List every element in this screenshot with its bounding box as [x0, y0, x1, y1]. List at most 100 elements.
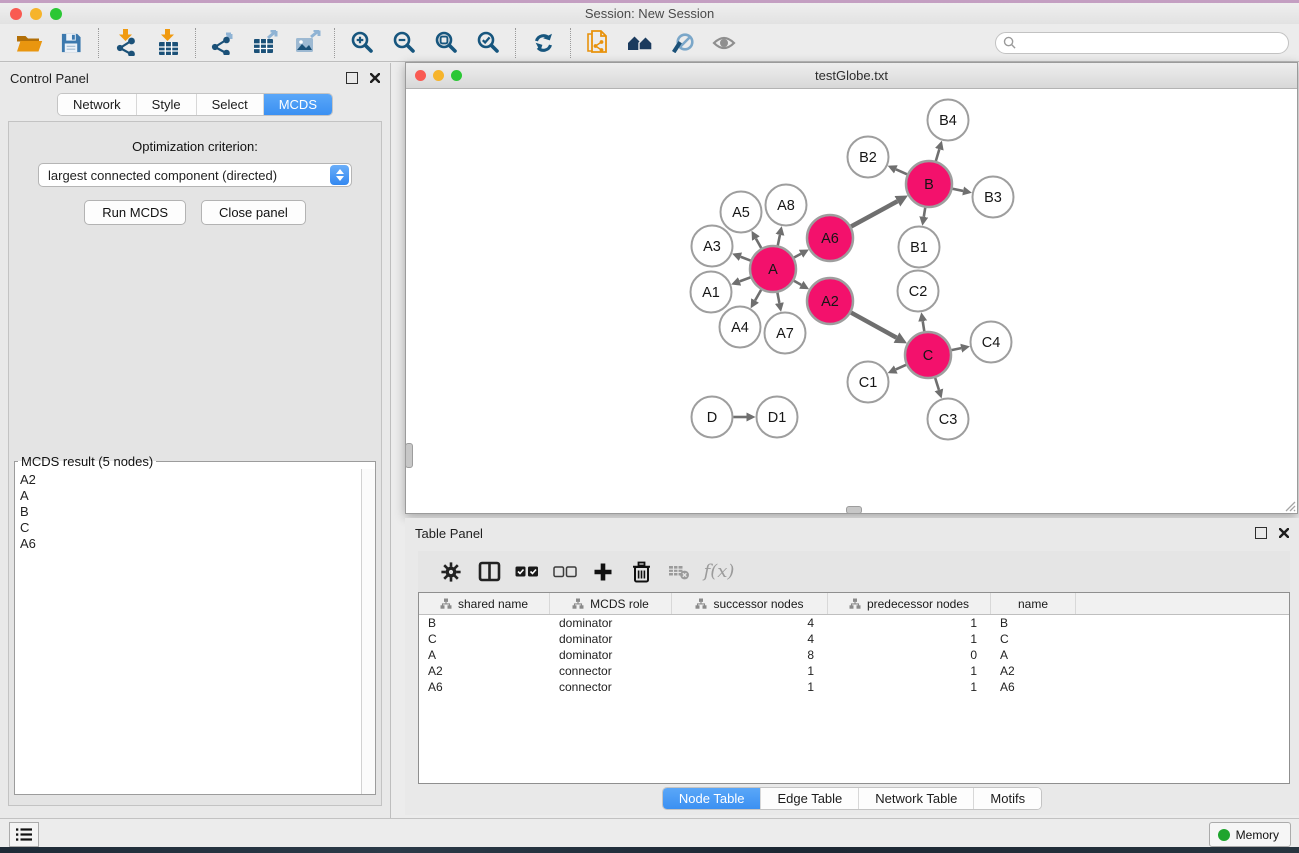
table-row[interactable]: Adominator80A [419, 647, 1289, 663]
tab-node-table[interactable]: Node Table [663, 788, 762, 809]
edge-A-A5[interactable] [756, 239, 761, 248]
deselect-all-checkboxes-button[interactable] [546, 555, 584, 589]
tab-style[interactable]: Style [137, 94, 197, 115]
result-item[interactable]: C [20, 520, 362, 536]
table-cell[interactable]: A [419, 648, 550, 662]
table-cell[interactable]: 0 [828, 648, 991, 662]
graph-node-C1[interactable]: C1 [848, 362, 889, 403]
first-neighbors-button[interactable] [619, 26, 661, 60]
export-table-button[interactable] [244, 26, 286, 60]
table-cell[interactable]: B [419, 616, 550, 630]
graph-node-C3[interactable]: C3 [928, 399, 969, 440]
edge-A-A1[interactable] [740, 277, 751, 281]
edge-B-B3[interactable] [953, 189, 964, 191]
table-row[interactable]: A2connector11A2 [419, 663, 1289, 679]
table-cell[interactable]: dominator [550, 632, 672, 646]
table-cell[interactable]: C [991, 632, 1076, 646]
tab-mcds[interactable]: MCDS [264, 94, 332, 115]
criterion-select[interactable]: largest connected component (directed) [38, 163, 352, 187]
table-row[interactable]: Bdominator41B [419, 615, 1289, 631]
split-columns-button[interactable] [470, 555, 508, 589]
export-network-button[interactable] [202, 26, 244, 60]
table-cell[interactable]: 1 [828, 616, 991, 630]
edge-C-C3[interactable] [935, 378, 939, 390]
tab-select[interactable]: Select [197, 94, 264, 115]
table-cell[interactable]: A2 [991, 664, 1076, 678]
save-session-button[interactable] [50, 26, 92, 60]
graph-node-A8[interactable]: A8 [766, 185, 807, 226]
search-input[interactable] [1020, 34, 1288, 52]
edge-C-C4[interactable] [952, 348, 962, 350]
edge-A-A4[interactable] [755, 290, 761, 301]
graph-node-C4[interactable]: C4 [971, 322, 1012, 363]
graph-node-D1[interactable]: D1 [757, 397, 798, 438]
tab-network[interactable]: Network [58, 94, 137, 115]
mcds-result-list[interactable]: A2ABCA6 [15, 469, 362, 794]
column-header-successor-nodes[interactable]: successor nodes [672, 593, 828, 614]
graph-node-B3[interactable]: B3 [973, 177, 1014, 218]
graph-node-B4[interactable]: B4 [928, 100, 969, 141]
open-session-button[interactable] [8, 26, 50, 60]
zoom-fit-button[interactable] [425, 26, 467, 60]
delete-table-button[interactable] [660, 555, 698, 589]
column-header-name[interactable]: name [991, 593, 1076, 614]
function-builder-button[interactable]: f(x) [698, 555, 736, 589]
table-cell[interactable]: 1 [828, 632, 991, 646]
table-cell[interactable]: 4 [672, 632, 828, 646]
graph-node-A7[interactable]: A7 [765, 313, 806, 354]
import-network-button[interactable] [105, 26, 147, 60]
tab-motifs[interactable]: Motifs [974, 788, 1041, 809]
edge-A6-B[interactable] [851, 201, 897, 226]
show-graphics-details-button[interactable] [703, 26, 745, 60]
result-item[interactable]: A6 [20, 536, 362, 552]
select-all-checkboxes-button[interactable] [508, 555, 546, 589]
graph-node-A3[interactable]: A3 [692, 226, 733, 267]
edge-C-C1[interactable] [896, 365, 906, 370]
result-item[interactable]: A2 [20, 472, 362, 488]
table-row[interactable]: A6connector11A6 [419, 679, 1289, 695]
edge-C-C2[interactable] [923, 321, 925, 331]
table-cell[interactable]: C [419, 632, 550, 646]
view-vertical-scroll-indicator[interactable] [405, 443, 413, 468]
edge-A-A2[interactable] [794, 281, 801, 285]
result-list-scrollbar[interactable] [361, 469, 375, 794]
column-header-shared-name[interactable]: shared name [419, 593, 550, 614]
result-item[interactable]: A [20, 488, 362, 504]
run-mcds-button[interactable]: Run MCDS [84, 200, 186, 225]
graph-node-A4[interactable]: A4 [720, 307, 761, 348]
edge-A-A7[interactable] [777, 293, 779, 303]
edge-A-A3[interactable] [741, 257, 751, 261]
table-cell[interactable]: A2 [419, 664, 550, 678]
graph-node-D[interactable]: D [692, 397, 733, 438]
zoom-out-button[interactable] [383, 26, 425, 60]
graph-node-B[interactable]: B [906, 161, 952, 207]
column-header-predecessor-nodes[interactable]: predecessor nodes [828, 593, 991, 614]
graph-node-C2[interactable]: C2 [898, 271, 939, 312]
tab-network-table[interactable]: Network Table [859, 788, 974, 809]
zoom-in-button[interactable] [341, 26, 383, 60]
import-table-button[interactable] [147, 26, 189, 60]
table-cell[interactable]: B [991, 616, 1076, 630]
graph-node-B1[interactable]: B1 [899, 227, 940, 268]
table-cell[interactable]: 8 [672, 648, 828, 662]
table-cell[interactable]: A6 [991, 680, 1076, 694]
table-cell[interactable]: 1 [828, 664, 991, 678]
graph-node-C[interactable]: C [905, 332, 951, 378]
table-cell[interactable]: 1 [672, 680, 828, 694]
export-image-button[interactable] [286, 26, 328, 60]
table-cell[interactable]: connector [550, 664, 672, 678]
graph-node-A1[interactable]: A1 [691, 272, 732, 313]
edge-A-A8[interactable] [778, 235, 780, 246]
resize-grip-icon[interactable] [1282, 498, 1296, 512]
table-cell[interactable]: dominator [550, 648, 672, 662]
float-panel-icon[interactable] [346, 72, 358, 84]
table-cell[interactable]: A [991, 648, 1076, 662]
table-cell[interactable]: dominator [550, 616, 672, 630]
close-panel-icon[interactable] [370, 73, 380, 83]
table-row[interactable]: Cdominator41C [419, 631, 1289, 647]
graph-node-A[interactable]: A [750, 246, 796, 292]
column-header-MCDS-role[interactable]: MCDS role [550, 593, 672, 614]
new-network-from-selection-button[interactable] [577, 26, 619, 60]
network-canvas[interactable]: B4B2BB3A5A8A6A3B1AA1C2A2A4A7C4CC1DD1C3 [406, 88, 1297, 513]
edge-B-B2[interactable] [896, 169, 907, 174]
